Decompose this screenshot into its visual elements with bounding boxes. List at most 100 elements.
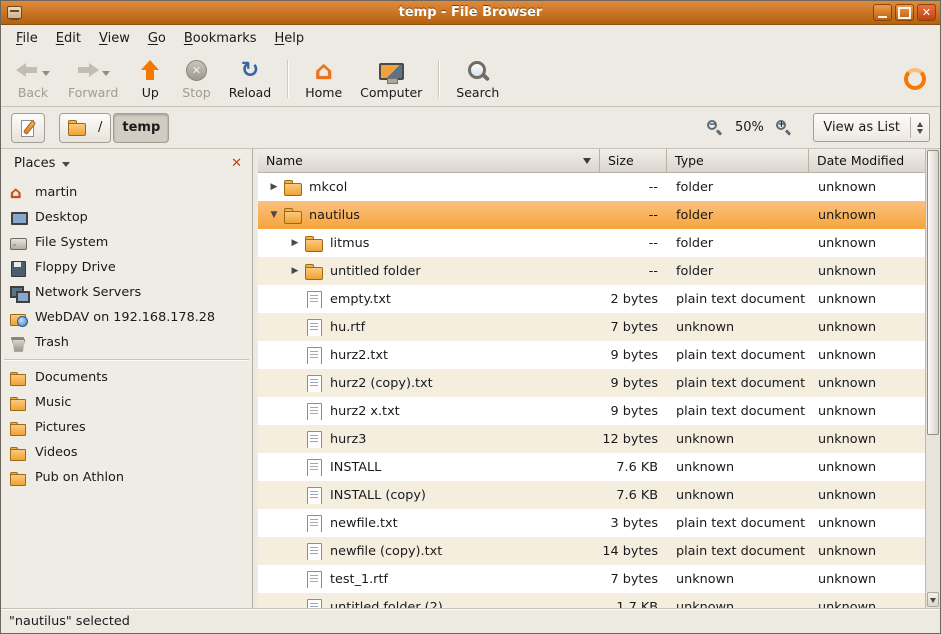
sidebar-item-label: Trash (35, 335, 69, 350)
sidebar-item-desktop[interactable]: Desktop (1, 205, 252, 230)
sidebar-item-videos[interactable]: Videos (1, 440, 252, 465)
scrollbar-thumb[interactable] (927, 150, 939, 435)
file-icon (305, 599, 323, 609)
toggle-location-entry-button[interactable] (11, 113, 45, 143)
file-row-hu-rtf[interactable]: hu.rtf7 bytesunknownunknown (258, 313, 925, 341)
menu-view[interactable]: View (90, 27, 139, 50)
vertical-scrollbar[interactable] (925, 149, 940, 608)
name-cell: newfile (copy).txt (258, 543, 600, 560)
sidebar-item-file-system[interactable]: File System (1, 230, 252, 255)
file-list-body[interactable]: mkcol--folderunknownnautilus--folderunkn… (258, 173, 925, 608)
file-name: untitled folder (330, 264, 421, 279)
menu-file[interactable]: File (7, 27, 47, 50)
title-bar[interactable]: temp - File Browser (1, 1, 940, 25)
toolbar: BackForwardUpStop Reload Home Computer Searc… (1, 52, 940, 107)
sidebar-item-trash[interactable]: Trash (1, 330, 252, 355)
file-row-untitled-folder[interactable]: untitled folder--folderunknown (258, 257, 925, 285)
file-row-hurz2-copy-txt[interactable]: hurz2 (copy).txt9 bytesplain text docume… (258, 369, 925, 397)
toolbar-button-up[interactable]: Up (127, 54, 173, 104)
sidebar-item-network-servers[interactable]: Network Servers (1, 280, 252, 305)
file-row-test-1-rtf[interactable]: test_1.rtf7 bytesunknownunknown (258, 565, 925, 593)
minimize-button[interactable] (873, 4, 892, 21)
folder-icon (305, 263, 323, 280)
file-row-hurz2-txt[interactable]: hurz2.txt9 bytesplain text documentunkno… (258, 341, 925, 369)
size-cell: 2 bytes (600, 292, 667, 307)
size-cell: 7 bytes (600, 572, 667, 587)
sidebar-item-webdav-on-192-168-178-28[interactable]: WebDAV on 192.168.178.28 (1, 305, 252, 330)
toolbar-button-reload[interactable]: Reload (220, 54, 281, 104)
toolbar-button-stop[interactable]: Stop (173, 54, 219, 104)
file-row-newfile-txt[interactable]: newfile.txt3 bytesplain text documentunk… (258, 509, 925, 537)
expander-expanded-icon[interactable] (264, 201, 284, 229)
dropdown-arrow-icon[interactable] (102, 71, 110, 80)
type-cell: unknown (667, 432, 809, 447)
zoom-out-button[interactable]: − (701, 114, 728, 141)
toolbar-button-label: Reload (229, 85, 272, 100)
date-modified-cell: unknown (809, 236, 925, 251)
zoom-in-button[interactable]: + (770, 114, 797, 141)
type-cell: plain text document (667, 376, 809, 391)
toolbar-button-computer[interactable]: Computer (351, 54, 431, 104)
file-row-nautilus[interactable]: nautilus--folderunknown (258, 201, 925, 229)
date-modified-cell: unknown (809, 600, 925, 609)
view-mode-combobox[interactable]: View as List (813, 113, 930, 142)
toolbar-button-forward[interactable]: Forward (59, 54, 127, 104)
places-separator (4, 359, 249, 361)
toolbar-button-back[interactable]: Back (7, 54, 59, 104)
column-header-date-modified[interactable]: Date Modified (809, 149, 925, 173)
file-row-install-copy[interactable]: INSTALL (copy)7.6 KBunknownunknown (258, 481, 925, 509)
menu-go[interactable]: Go (139, 27, 175, 50)
zoom-out-icon: − (706, 119, 723, 136)
close-sidebar-button[interactable] (227, 155, 246, 172)
expander-collapsed-icon[interactable] (285, 257, 305, 285)
sidebar-item-pictures[interactable]: Pictures (1, 415, 252, 440)
file-row-mkcol[interactable]: mkcol--folderunknown (258, 173, 925, 201)
dropdown-arrow-icon[interactable] (42, 71, 50, 80)
toolbar-button-search[interactable]: Search (447, 54, 508, 104)
maximize-button[interactable] (895, 4, 914, 21)
file-icon (305, 347, 323, 364)
name-cell: INSTALL (258, 459, 600, 476)
file-icon (305, 459, 323, 476)
file-name: untitled folder (2) (330, 600, 443, 609)
places-selector-button[interactable]: Places (5, 153, 79, 174)
throbber-icon (904, 68, 926, 90)
path-button-root[interactable]: / (59, 113, 111, 143)
close-button[interactable] (917, 4, 936, 21)
file-row-litmus[interactable]: litmus--folderunknown (258, 229, 925, 257)
path-bar: / temp (59, 113, 169, 143)
sidebar-item-label: Music (35, 395, 71, 410)
sidebar-item-pub-on-athlon[interactable]: Pub on Athlon (1, 465, 252, 490)
toolbar-button-label: Computer (360, 85, 422, 100)
name-cell: untitled folder (258, 257, 600, 285)
file-name: litmus (330, 236, 369, 251)
type-cell: folder (667, 180, 809, 195)
type-cell: folder (667, 208, 809, 223)
close-icon (231, 157, 242, 170)
sidebar-item-floppy-drive[interactable]: Floppy Drive (1, 255, 252, 280)
scroll-down-button[interactable] (927, 592, 939, 607)
expander-collapsed-icon[interactable] (264, 173, 284, 201)
file-row-untitled-folder-2[interactable]: untitled folder (2)1.7 KBunknownunknown (258, 593, 925, 608)
expander-collapsed-icon[interactable] (285, 229, 305, 257)
zoom-controls: − 50% + View as List (701, 113, 930, 142)
menu-edit[interactable]: Edit (47, 27, 90, 50)
column-header-size[interactable]: Size (600, 149, 667, 173)
menu-bookmarks[interactable]: Bookmarks (175, 27, 266, 50)
column-header-name[interactable]: Name (258, 149, 600, 173)
column-header-type[interactable]: Type (667, 149, 809, 173)
window-icon (7, 6, 22, 19)
file-row-hurz2-x-txt[interactable]: hurz2 x.txt9 bytesplain text documentunk… (258, 397, 925, 425)
scrollbar-trough[interactable] (926, 436, 940, 591)
sidebar-item-martin[interactable]: martin (1, 180, 252, 205)
file-row-newfile-copy-txt[interactable]: newfile (copy).txt14 bytesplain text doc… (258, 537, 925, 565)
sidebar-item-music[interactable]: Music (1, 390, 252, 415)
file-row-install[interactable]: INSTALL7.6 KBunknownunknown (258, 453, 925, 481)
toolbar-button-home[interactable]: Home (296, 54, 351, 104)
file-row-hurz3[interactable]: hurz312 bytesunknownunknown (258, 425, 925, 453)
path-button-current[interactable]: temp (113, 113, 169, 143)
sidebar-item-documents[interactable]: Documents (1, 365, 252, 390)
window-title: temp - File Browser (1, 5, 940, 20)
file-row-empty-txt[interactable]: empty.txt2 bytesplain text documentunkno… (258, 285, 925, 313)
menu-help[interactable]: Help (266, 27, 314, 50)
